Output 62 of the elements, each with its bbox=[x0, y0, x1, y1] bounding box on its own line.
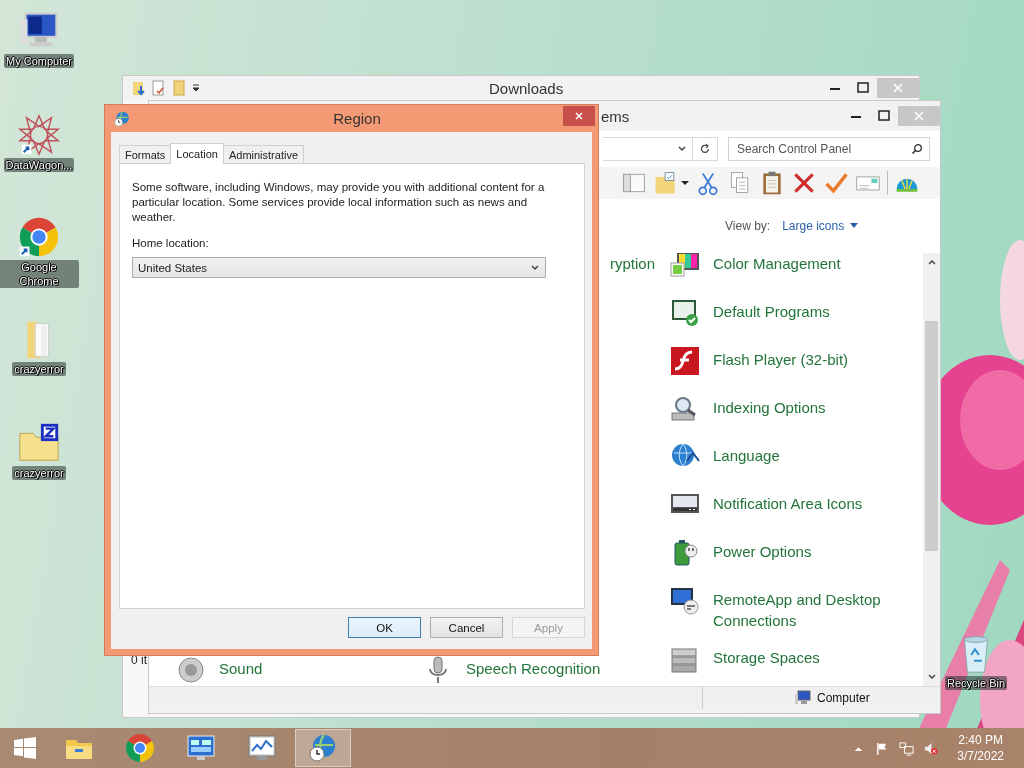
desktop-icon-label[interactable]: Recycle Bin bbox=[944, 676, 1008, 690]
view-by-dropdown[interactable]: Large icons bbox=[782, 219, 859, 233]
dropdown-arrow-icon[interactable] bbox=[191, 83, 201, 93]
clock-time[interactable]: 2:40 PM bbox=[958, 732, 1003, 748]
dialog-title: Region bbox=[332, 110, 382, 127]
window-title: ems bbox=[601, 107, 631, 125]
chevron-down-icon[interactable] bbox=[677, 144, 687, 154]
document-check-icon[interactable] bbox=[151, 80, 167, 96]
control-panel-item[interactable]: Speech Recognition bbox=[466, 658, 601, 679]
home-location-dropdown[interactable]: United States bbox=[132, 257, 546, 278]
chevron-down-icon[interactable] bbox=[530, 262, 540, 273]
control-panel-item[interactable]: Default Programs bbox=[713, 301, 830, 322]
monitor-check-icon[interactable] bbox=[669, 297, 701, 329]
search-field[interactable]: Search Control Panel bbox=[728, 137, 930, 161]
scrollbar[interactable] bbox=[923, 253, 940, 686]
control-panel-item[interactable]: Power Options bbox=[713, 541, 812, 562]
control-panel-item[interactable]: Sound bbox=[219, 658, 263, 679]
status-location: Computer bbox=[817, 691, 870, 705]
description-text: Some software, including Windows, may provide you with additional content for a particular location. Some services provide local information such as news and weather. bbox=[132, 180, 546, 225]
control-panel-item[interactable]: Notification Area Icons bbox=[713, 493, 863, 514]
close-button[interactable] bbox=[563, 105, 595, 126]
flash-icon[interactable] bbox=[669, 345, 701, 377]
desktop-icon-label[interactable]: crazyerror bbox=[12, 466, 66, 480]
scroll-up-icon[interactable] bbox=[926, 257, 937, 267]
close-icon[interactable] bbox=[791, 170, 817, 196]
caret-icon[interactable] bbox=[681, 179, 689, 187]
view-by-label: View by: bbox=[725, 219, 771, 233]
field-label: Home location: bbox=[132, 237, 210, 249]
tab[interactable]: Formats bbox=[119, 145, 172, 164]
control-panel-item[interactable]: Color Management bbox=[713, 253, 841, 274]
scrollbar-thumb[interactable] bbox=[925, 321, 938, 551]
refresh-button[interactable] bbox=[692, 137, 718, 161]
network-icon[interactable] bbox=[899, 740, 915, 756]
scroll-down-icon[interactable] bbox=[926, 672, 937, 682]
control-panel-item[interactable]: Indexing Options bbox=[713, 397, 826, 418]
desktop-icon-label[interactable]: Google Chrome bbox=[0, 260, 79, 288]
remote-monitor-icon[interactable] bbox=[669, 585, 701, 617]
windows-start-icon[interactable] bbox=[13, 736, 37, 760]
folder-download-icon[interactable] bbox=[131, 80, 147, 96]
refresh-icon[interactable] bbox=[699, 143, 711, 155]
control-panel-item[interactable]: Language bbox=[713, 445, 780, 466]
control-panel-item[interactable]: RemoteApp and Desktop Connections bbox=[713, 589, 903, 631]
dialog-button[interactable]: OK bbox=[348, 617, 421, 638]
globe-clock-icon bbox=[113, 109, 131, 128]
computer-icon bbox=[795, 690, 811, 706]
search-icon[interactable] bbox=[911, 143, 923, 155]
tab[interactable]: Location bbox=[170, 143, 224, 164]
control-panel-item[interactable]: Storage Spaces bbox=[713, 647, 820, 668]
chrome-logo-icon[interactable] bbox=[124, 732, 156, 764]
control-panel-item[interactable]: Flash Player (32-bit) bbox=[713, 349, 849, 370]
desktop-icon-label[interactable]: crazyerror bbox=[12, 362, 66, 376]
desktop-icon-label[interactable]: My Computer bbox=[4, 54, 74, 68]
control-panel-item[interactable]: ryption bbox=[609, 253, 655, 275]
window-title: Downloads bbox=[488, 79, 565, 97]
speaker-icon[interactable] bbox=[175, 654, 207, 686]
desktop-icon-label[interactable]: DataWagon... bbox=[3, 158, 75, 172]
close-icon[interactable] bbox=[574, 110, 584, 121]
star-logo-icon[interactable] bbox=[16, 112, 62, 158]
dialog-button[interactable]: Cancel bbox=[430, 617, 503, 638]
taskbar-button[interactable] bbox=[295, 729, 351, 767]
caret-icon[interactable] bbox=[850, 223, 859, 229]
clock-date[interactable]: 3/7/2022 bbox=[957, 748, 1004, 764]
